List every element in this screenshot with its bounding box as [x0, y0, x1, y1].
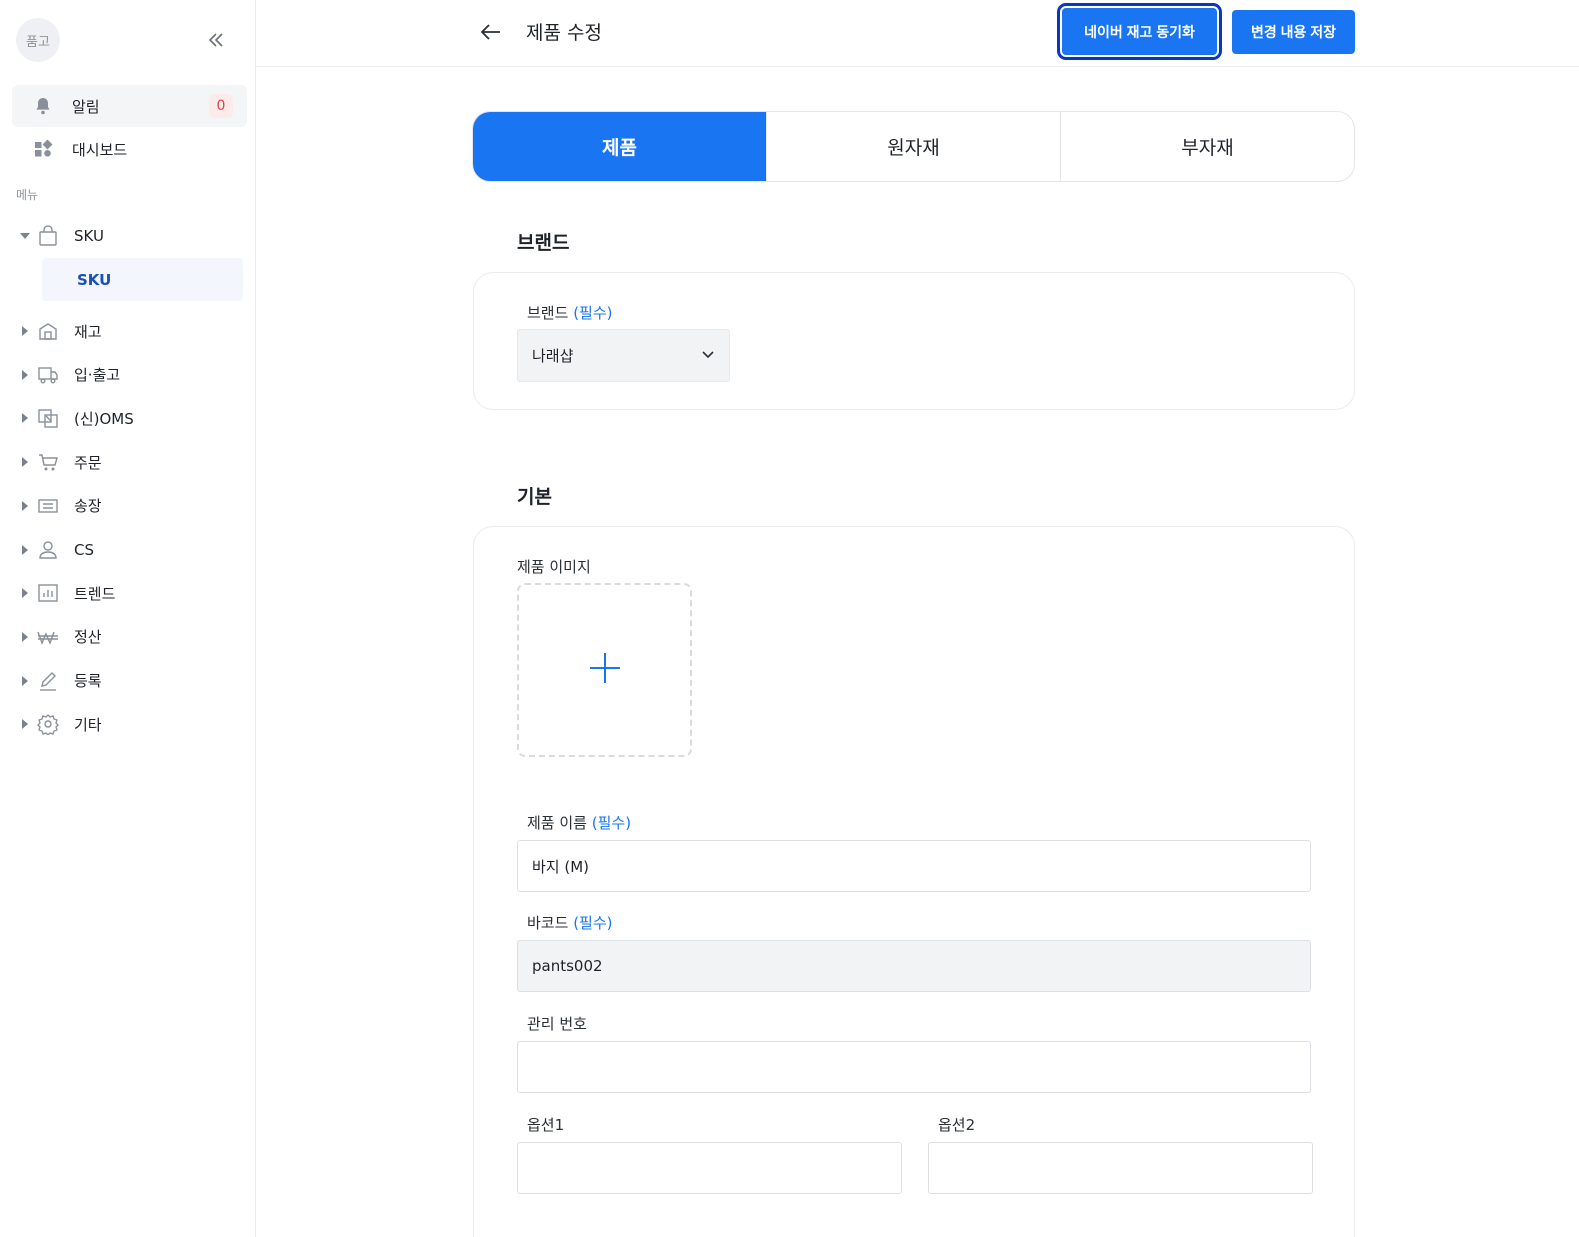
caret-right-icon: [20, 326, 30, 336]
sidebar-item-label: 기타: [74, 715, 102, 734]
tab-raw-material[interactable]: 원자재: [767, 112, 1061, 181]
caret-right-icon: [20, 544, 30, 555]
sidebar-item-6[interactable]: 트렌드: [20, 576, 242, 610]
sidebar-item-7[interactable]: 정산: [20, 620, 242, 654]
chevron-down-icon: [701, 347, 715, 365]
manage-number-label: 관리 번호: [527, 1015, 587, 1033]
sidebar-item-dashboard[interactable]: 대시보드: [12, 128, 247, 170]
person-icon: [36, 538, 60, 562]
sidebar-item-label: 등록: [74, 672, 102, 691]
brand-section-title: 브랜드: [517, 232, 570, 254]
sidebar-item-5[interactable]: CS: [20, 533, 242, 567]
app-root: 품고 알림 0 대시보드 메뉴 SKU SKU 재고 입·출고 (신)OMS 주…: [0, 0, 1579, 1237]
sidebar-subitem-sku[interactable]: SKU: [42, 258, 243, 301]
dashboard-label: 대시보드: [72, 140, 128, 159]
barcode-label-text: 바코드: [527, 914, 569, 932]
option2-input[interactable]: [928, 1142, 1313, 1194]
image-upload-box[interactable]: [517, 583, 692, 757]
avatar[interactable]: 품고: [16, 18, 60, 62]
sku-label: SKU: [74, 227, 104, 245]
sidebar-item-9[interactable]: 기타: [20, 707, 242, 741]
sidebar-item-label: 주문: [74, 453, 102, 472]
pencil-icon: [36, 669, 60, 693]
brand-select-value: 나래샵: [532, 347, 574, 365]
cart-icon: [36, 450, 60, 474]
collapse-sidebar-icon[interactable]: [204, 28, 228, 52]
option1-label: 옵션1: [527, 1116, 565, 1134]
caret-right-icon: [20, 675, 30, 686]
invoice-icon: [36, 494, 60, 518]
alarm-count-badge: 0: [209, 94, 233, 118]
warehouse-icon: [36, 319, 60, 343]
brand-field-label: 브랜드 (필수): [527, 302, 613, 323]
sidebar-item-label: 입·출고: [74, 366, 121, 385]
dashboard-icon: [32, 138, 54, 160]
sidebar-item-4[interactable]: 송장: [20, 489, 242, 523]
brand-label-text: 브랜드: [527, 304, 569, 322]
tab-product[interactable]: 제품: [473, 112, 767, 181]
bell-icon: [32, 95, 54, 117]
won-icon: [36, 625, 60, 649]
caret-right-icon: [20, 369, 30, 380]
caret-down-icon: [20, 231, 30, 241]
sidebar-item-label: 정산: [74, 628, 102, 647]
sidebar-item-label: CS: [74, 540, 94, 559]
truck-icon: [36, 363, 60, 387]
barcode-input[interactable]: pants002: [517, 940, 1311, 992]
sidebar-item-sku[interactable]: SKU: [20, 219, 242, 253]
sidebar-item-3[interactable]: 주문: [20, 445, 242, 479]
barcode-required-mark: (필수): [573, 914, 613, 932]
product-type-tabs: 제품 원자재 부자재: [472, 111, 1355, 182]
page-title: 제품 수정: [526, 22, 602, 44]
save-changes-button[interactable]: 변경 내용 저장: [1232, 10, 1355, 54]
alarm-label: 알림: [72, 97, 100, 116]
sidebar-item-label: 트렌드: [74, 584, 116, 603]
product-name-input[interactable]: 바지 (M): [517, 840, 1311, 892]
top-bar: 제품 수정 네이버 재고 동기화 변경 내용 저장: [256, 0, 1579, 67]
sidebar-item-8[interactable]: 등록: [20, 664, 242, 698]
brand-select[interactable]: 나래샵: [517, 329, 730, 382]
sidebar-item-alarm[interactable]: 알림 0: [12, 85, 247, 127]
brand-required-mark: (필수): [573, 304, 613, 322]
manage-number-input[interactable]: [517, 1041, 1311, 1093]
barcode-label: 바코드 (필수): [527, 912, 613, 933]
sidebar-header: 품고: [16, 18, 240, 64]
caret-right-icon: [20, 457, 30, 468]
caret-right-icon: [20, 413, 30, 424]
sidebar: 품고 알림 0 대시보드 메뉴 SKU SKU 재고 입·출고 (신)OMS 주…: [0, 0, 256, 1237]
sidebar-item-label: 송장: [74, 497, 102, 516]
tab-sub-material[interactable]: 부자재: [1061, 112, 1354, 181]
back-arrow-icon[interactable]: [478, 20, 504, 44]
caret-right-icon: [20, 631, 30, 642]
sidebar-item-label: 재고: [74, 322, 102, 341]
product-name-label: 제품 이름 (필수): [527, 812, 631, 833]
product-image-label: 제품 이미지: [517, 558, 591, 576]
menu-section-label: 메뉴: [16, 188, 39, 202]
sidebar-item-1[interactable]: 입·출고: [20, 358, 242, 392]
caret-right-icon: [20, 500, 30, 511]
naver-stock-sync-button[interactable]: 네이버 재고 동기화: [1057, 3, 1222, 60]
sidebar-item-0[interactable]: 재고: [20, 314, 242, 348]
gear-icon: [36, 712, 60, 736]
bar-chart-icon: [36, 581, 60, 605]
caret-right-icon: [20, 588, 30, 599]
oms-icon: [36, 406, 60, 430]
sidebar-item-label: (신)OMS: [74, 409, 134, 428]
shopping-bag-icon: [36, 224, 60, 248]
plus-icon: [588, 651, 622, 689]
option1-input[interactable]: [517, 1142, 902, 1194]
sidebar-item-2[interactable]: (신)OMS: [20, 401, 242, 435]
caret-right-icon: [20, 719, 30, 730]
option2-label: 옵션2: [938, 1116, 976, 1134]
product-name-required-mark: (필수): [591, 814, 632, 832]
product-name-label-text: 제품 이름: [527, 814, 587, 832]
basic-section-title: 기본: [517, 486, 552, 508]
